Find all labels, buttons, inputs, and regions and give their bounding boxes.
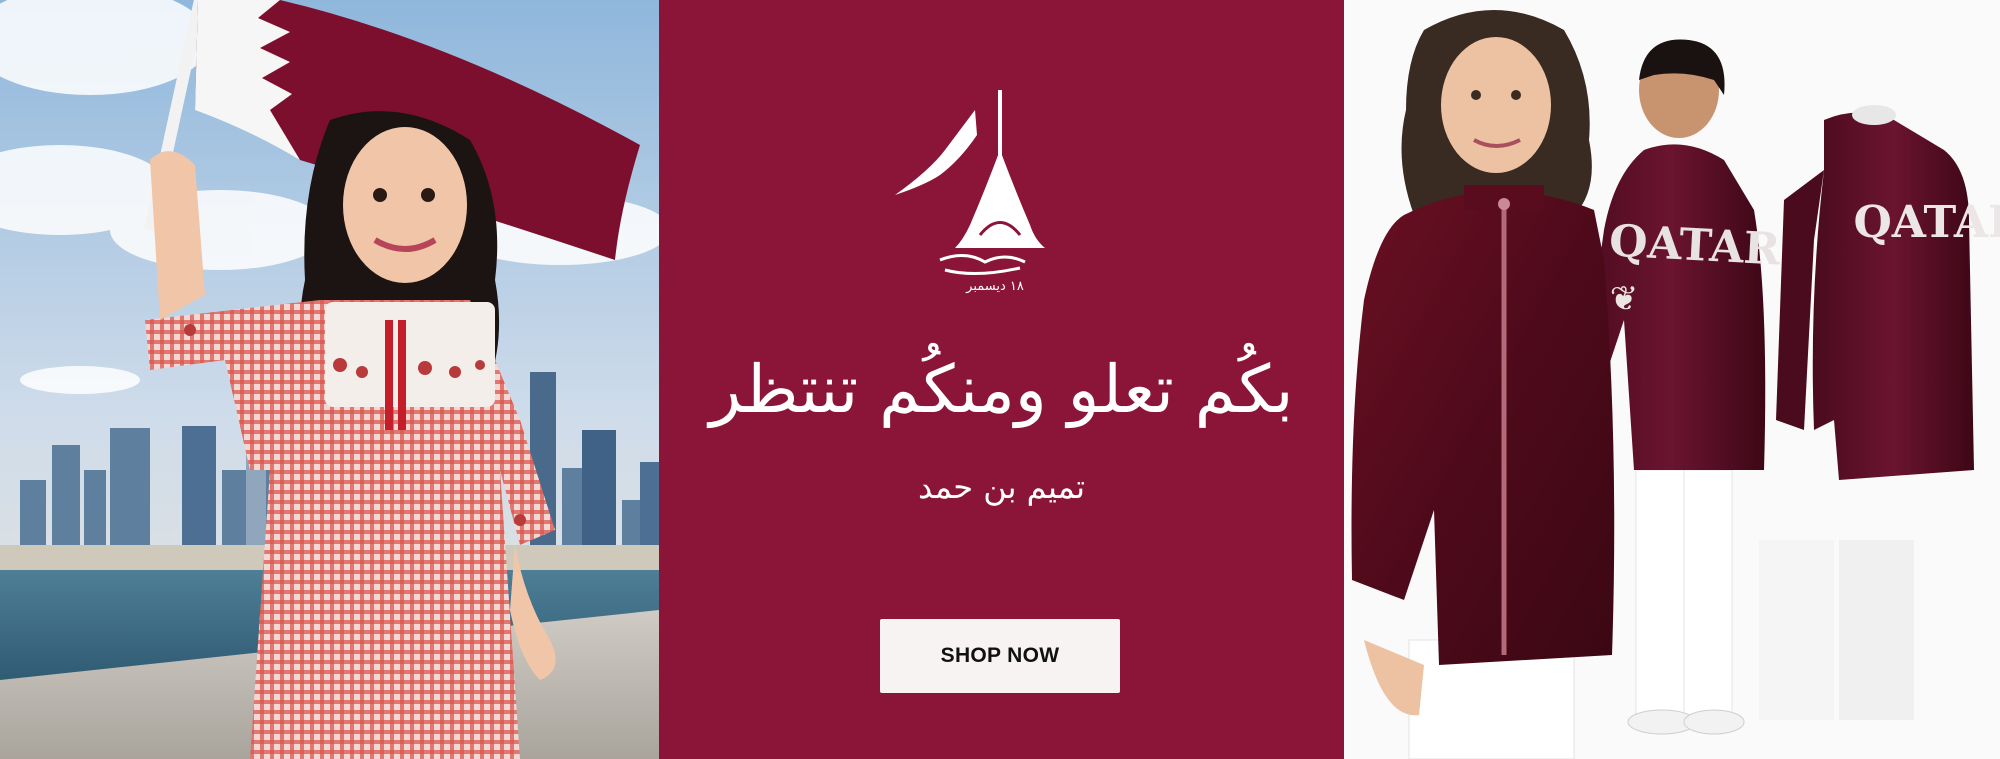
jacket-qatar-text-2: QATAR: [1853, 197, 2000, 248]
emblem-date-caption: ١٨ ديسمبر: [965, 279, 1024, 294]
national-day-emblem: ١٨ ديسمبر: [895, 90, 1045, 294]
shop-now-button[interactable]: SHOP NOW: [880, 619, 1120, 693]
kids-velvet-jackets-image: QATAR QATAR ❦: [1344, 0, 2000, 759]
hero-calligraphy-headline: بكُم تعلو ومنكُم تنتظر: [709, 351, 1294, 428]
girl-with-flag-image: [0, 0, 659, 759]
left-promo-image[interactable]: [0, 0, 659, 759]
right-promo-image[interactable]: QATAR QATAR ❦: [1344, 0, 2000, 759]
jacket-qatar-text-1: QATAR: [1608, 216, 1782, 276]
hero-signature: تميم بن حمد: [917, 468, 1086, 506]
jacket-calligraphy-logo: ❦: [1610, 279, 1639, 319]
